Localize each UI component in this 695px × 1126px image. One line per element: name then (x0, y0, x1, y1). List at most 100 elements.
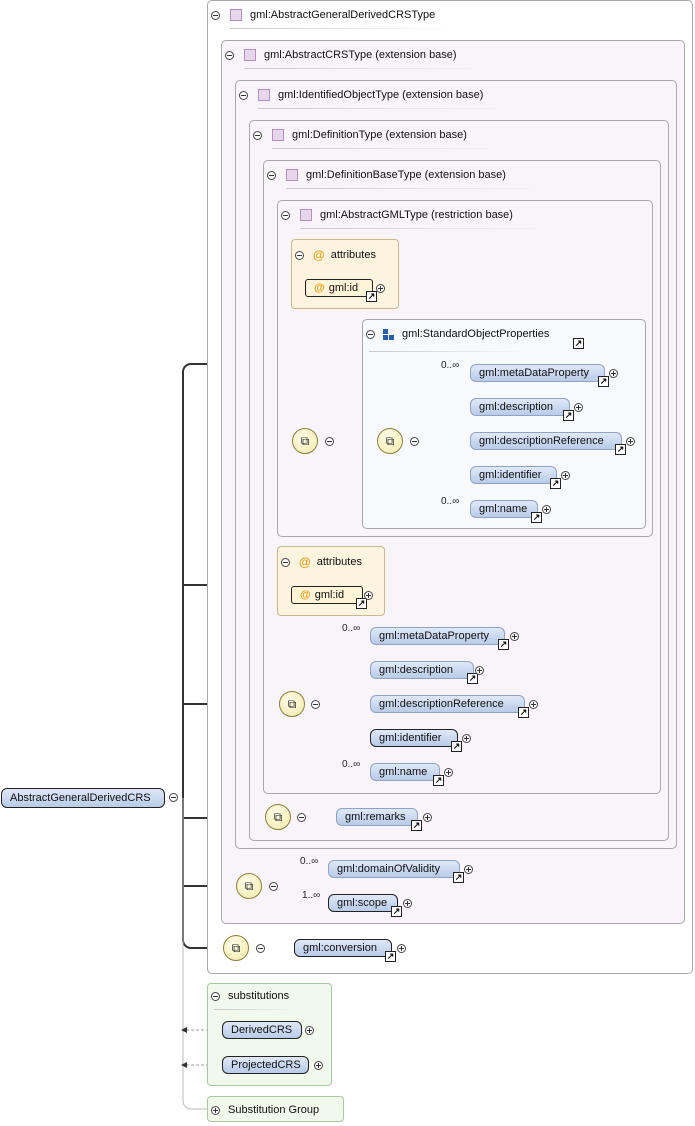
gml-type-header: gml:AbstractGMLType (restriction base) (281, 209, 513, 221)
expand-toggle[interactable] (444, 768, 453, 777)
expand-toggle[interactable] (510, 632, 519, 641)
element-domainofvalidity[interactable]: gml:domainOfValidity ↗ (328, 860, 464, 883)
element-conversion[interactable]: gml:conversion ↗ (294, 939, 396, 962)
identified-type-header: gml:IdentifiedObjectType (extension base… (239, 89, 483, 101)
reference-arrow-icon[interactable]: ↗ (433, 775, 444, 786)
attr-gml-id[interactable]: @ gml:id ↗ (291, 586, 367, 609)
reference-arrow-icon[interactable]: ↗ (573, 338, 584, 349)
definition-base-type-header: gml:DefinitionBaseType (extension base) (267, 169, 506, 181)
collapse-toggle[interactable] (239, 90, 248, 100)
expand-toggle[interactable] (626, 437, 635, 446)
complex-type-icon (300, 209, 312, 221)
expand-toggle[interactable] (475, 666, 484, 675)
collapse-toggle[interactable] (311, 700, 320, 709)
reference-arrow-icon[interactable]: ↗ (467, 673, 478, 684)
element-description[interactable]: gml:description ↗ (370, 661, 478, 684)
element-identifier[interactable]: gml:identifier ↗ (470, 466, 561, 489)
expand-toggle[interactable] (464, 865, 473, 874)
root-element-abstractgeneralderivedcrs[interactable]: AbstractGeneralDerivedCRS (1, 788, 165, 808)
reference-arrow-icon[interactable]: ↗ (391, 906, 402, 917)
element-label: gml:descriptionReference (379, 698, 504, 710)
definition-type-header: gml:DefinitionType (extension base) (253, 129, 467, 141)
collapse-toggle[interactable] (269, 882, 278, 891)
collapse-toggle[interactable] (325, 437, 334, 446)
expand-toggle[interactable] (542, 505, 551, 514)
collapse-toggle[interactable] (295, 250, 304, 260)
crs-type-header: gml:AbstractCRSType (extension base) (225, 49, 457, 61)
collapse-toggle[interactable] (225, 50, 234, 60)
element-name[interactable]: gml:name ↗ (470, 500, 542, 523)
reference-arrow-icon[interactable]: ↗ (531, 512, 542, 523)
collapse-toggle[interactable] (281, 557, 290, 567)
collapse-toggle[interactable] (410, 437, 419, 446)
attribute-icon: @ (299, 555, 311, 569)
reference-arrow-icon[interactable]: ↗ (453, 872, 464, 883)
substitution-projectedcrs[interactable]: ProjectedCRS (222, 1056, 309, 1074)
element-identifier[interactable]: gml:identifier ↗ (370, 729, 462, 752)
reference-arrow-icon[interactable]: ↗ (366, 291, 377, 302)
expand-toggle[interactable] (423, 813, 432, 822)
identified-type-label: gml:IdentifiedObjectType (extension base… (278, 89, 484, 101)
expand-toggle[interactable] (462, 734, 471, 743)
element-name[interactable]: gml:name ↗ (370, 763, 444, 786)
reference-arrow-icon[interactable]: ↗ (451, 741, 462, 752)
attribute-icon: @ (314, 282, 325, 294)
collapse-toggle[interactable] (169, 793, 178, 802)
collapse-toggle[interactable] (267, 170, 276, 180)
separator (230, 28, 460, 29)
collapse-toggle[interactable] (366, 329, 375, 339)
gml-type-label: gml:AbstractGMLType (restriction base) (320, 209, 513, 221)
substitutions-label: substitutions (228, 990, 290, 1002)
reference-arrow-icon[interactable]: ↗ (356, 598, 367, 609)
expand-toggle[interactable] (305, 1026, 314, 1035)
element-remarks[interactable]: gml:remarks ↗ (336, 808, 422, 831)
reference-arrow-icon[interactable]: ↗ (563, 410, 574, 421)
element-descriptionreference[interactable]: gml:descriptionReference ↗ (370, 695, 529, 718)
expand-toggle[interactable] (314, 1061, 323, 1070)
element-label: gml:domainOfValidity (337, 863, 441, 875)
collapse-toggle[interactable] (281, 210, 290, 220)
reference-arrow-icon[interactable]: ↗ (518, 707, 529, 718)
occurs-label: 0..∞ (441, 496, 460, 507)
element-label: gml:scope (337, 897, 388, 909)
expand-toggle[interactable] (364, 591, 373, 600)
reference-arrow-icon[interactable]: ↗ (385, 951, 396, 962)
reference-arrow-icon[interactable]: ↗ (550, 478, 561, 489)
collapse-toggle[interactable] (297, 813, 306, 822)
substitution-group-box[interactable]: Substitution Group (207, 1096, 344, 1122)
element-label: gml:identifier (479, 469, 542, 481)
collapse-toggle[interactable] (253, 130, 262, 140)
sequence-compositor-icon: ⧉ (377, 428, 403, 454)
expand-toggle[interactable] (609, 369, 618, 378)
collapse-toggle[interactable] (256, 944, 265, 953)
sequence-compositor-icon: ⧉ (292, 428, 318, 454)
attr-gml-id[interactable]: @ gml:id ↗ (305, 279, 377, 302)
element-label: gml:remarks (345, 811, 406, 823)
reference-arrow-icon[interactable]: ↗ (615, 444, 626, 455)
element-metadataproperty[interactable]: gml:metaDataProperty ↗ (470, 364, 609, 387)
expand-toggle[interactable] (529, 700, 538, 709)
substitutions-header: substitutions (211, 990, 289, 1002)
expand-toggle[interactable] (397, 944, 406, 953)
element-descriptionreference[interactable]: gml:descriptionReference ↗ (470, 432, 626, 455)
element-description[interactable]: gml:description ↗ (470, 398, 574, 421)
sequence-compositor-icon: ⧉ (223, 935, 249, 961)
expand-toggle[interactable] (376, 284, 385, 293)
attributes-label: attributes (330, 249, 376, 261)
separator (272, 148, 512, 149)
reference-arrow-icon[interactable]: ↗ (411, 820, 422, 831)
expand-toggle[interactable] (574, 403, 583, 412)
expand-toggle[interactable] (561, 471, 570, 480)
substitution-derivedcrs[interactable]: DerivedCRS (222, 1021, 302, 1039)
collapse-toggle[interactable] (211, 991, 220, 1001)
expand-toggle[interactable] (211, 1105, 220, 1115)
expand-toggle[interactable] (403, 899, 412, 908)
occurs-label: 0..∞ (342, 623, 361, 634)
attributes-box: @ attributes (277, 546, 385, 616)
reference-arrow-icon[interactable]: ↗ (598, 376, 609, 387)
collapse-toggle[interactable] (211, 10, 220, 20)
complex-type-icon (258, 89, 270, 101)
reference-arrow-icon[interactable]: ↗ (498, 639, 509, 650)
element-metadataproperty[interactable]: gml:metaDataProperty ↗ (370, 627, 509, 650)
element-scope[interactable]: gml:scope ↗ (328, 894, 402, 917)
